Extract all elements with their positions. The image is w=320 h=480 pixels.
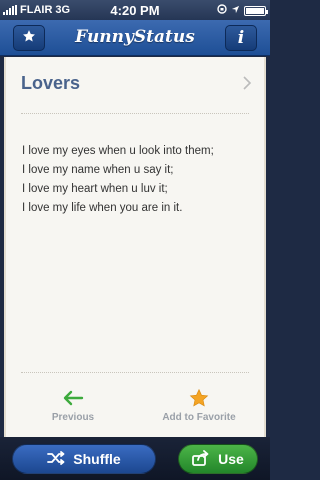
info-icon: i [237, 28, 245, 48]
info-button[interactable]: i [225, 25, 257, 51]
category-row[interactable]: Lovers [6, 57, 264, 113]
shuffle-icon [47, 450, 65, 468]
favorite-label: Add to Favorite [162, 412, 236, 423]
share-icon [192, 449, 210, 469]
category-title: Lovers [21, 73, 81, 93]
shuffle-label: Shuffle [73, 451, 121, 467]
add-to-favorite-button[interactable]: Add to Favorite [154, 387, 244, 423]
arrow-left-icon [28, 387, 118, 409]
divider [21, 372, 249, 373]
location-icon [231, 5, 240, 17]
status-line: I love my eyes when u look into them; [22, 145, 214, 157]
divider [21, 113, 249, 114]
battery-icon [244, 5, 268, 16]
bottom-bar: Shuffle Use [0, 437, 270, 480]
shuffle-button[interactable]: Shuffle [12, 444, 156, 474]
chevron-right-icon [242, 74, 252, 95]
use-label: Use [218, 451, 244, 467]
status-line: I love my name when u say it; [22, 164, 174, 176]
use-button[interactable]: Use [178, 444, 258, 474]
status-bar: FLAIR 3G 4:20 PM [0, 0, 270, 20]
nav-bar: FunnyStatus i [0, 20, 270, 56]
status-text: I love my eyes when u look into them; I … [22, 142, 252, 218]
lock-rotation-icon [217, 4, 227, 17]
star-icon [154, 387, 244, 409]
previous-button[interactable]: Previous [28, 387, 118, 423]
status-line: I love my heart when u luv it; [22, 183, 168, 195]
status-line: I love my life when you are in it. [22, 202, 183, 214]
status-card: Lovers I love my eyes when u look into t… [4, 57, 266, 437]
previous-label: Previous [51, 412, 95, 423]
